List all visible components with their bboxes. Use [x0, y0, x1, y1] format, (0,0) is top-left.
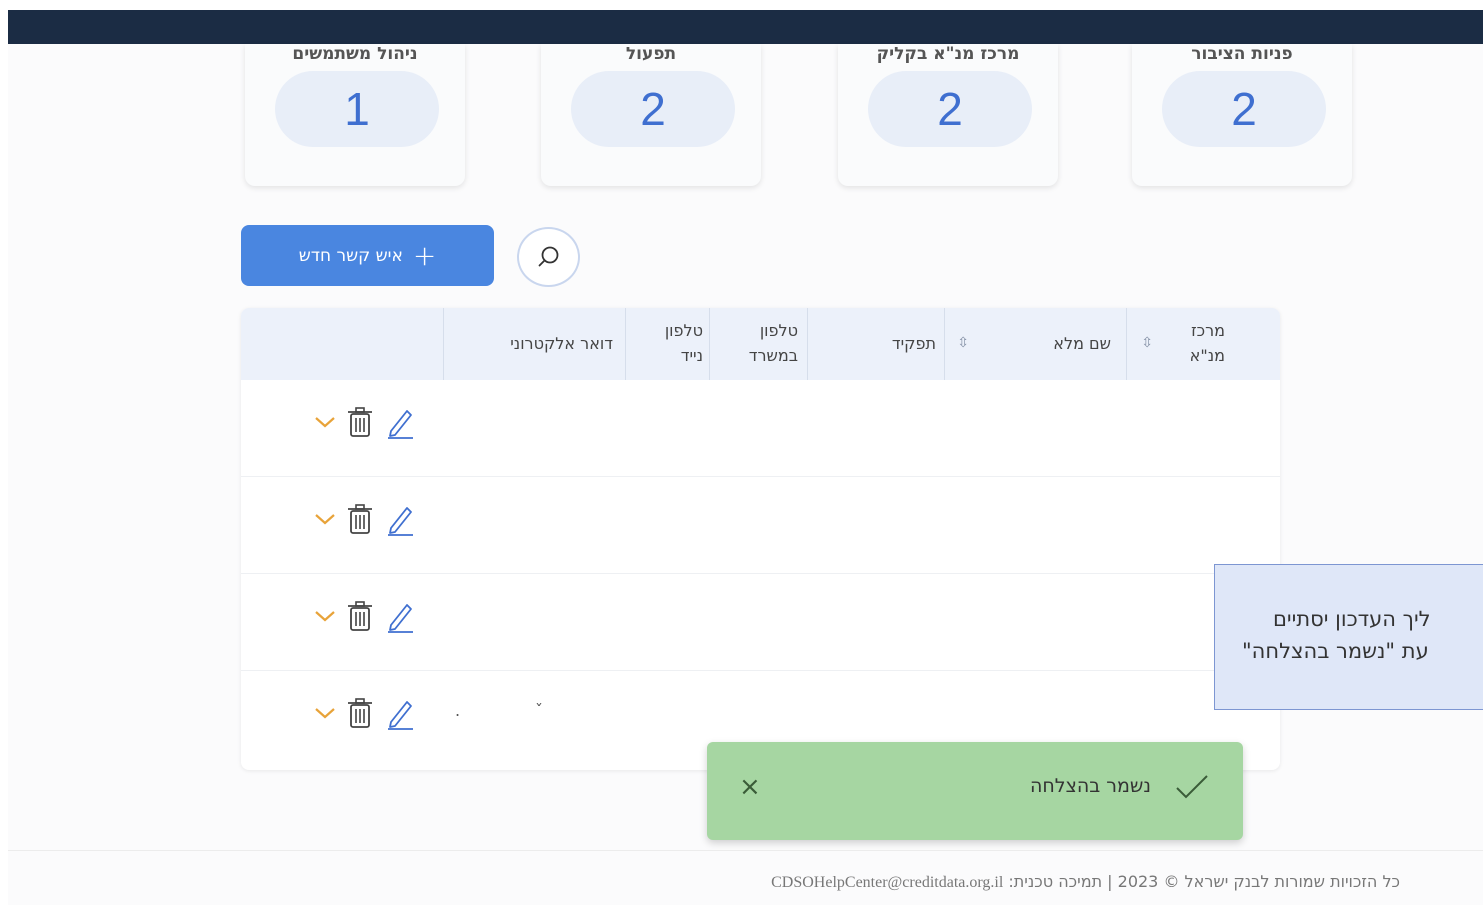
delete-button[interactable]	[343, 694, 377, 732]
footer: כל הזכויות שמורות לבנק ישראל © 2023 | תמ…	[520, 872, 1400, 898]
edit-button[interactable]	[383, 597, 417, 635]
search-icon	[538, 246, 558, 267]
add-contact-label: איש קשר חדש	[298, 245, 403, 266]
close-icon[interactable]: ×	[739, 774, 761, 800]
column-header-role[interactable]: תפקיד	[861, 308, 936, 380]
chevron-down-icon	[315, 611, 335, 622]
stat-card-user-management[interactable]: ניהול משתמשים 1	[245, 44, 465, 186]
table-row	[241, 477, 1280, 574]
support-email-link[interactable]: CDSOHelpCenter@creditdata.org.il	[771, 874, 1003, 891]
stat-card-title: מרכז מנ"א בקליק	[876, 44, 1020, 64]
column-divider	[1126, 308, 1127, 380]
stat-card-title: פניות הציבור	[1191, 44, 1293, 64]
screen-border-left	[0, 0, 8, 905]
cell-fragment: ˇ	[535, 701, 543, 720]
expand-row-button[interactable]	[313, 707, 337, 719]
chevron-down-icon	[315, 708, 335, 719]
expand-row-button[interactable]	[313, 513, 337, 525]
table-header: מרכז מנ"א ⇳ שם מלא ⇳ תפקיד טלפון במשרד ט…	[241, 308, 1280, 380]
sort-icon[interactable]: ⇳	[1139, 308, 1153, 380]
row-actions	[313, 402, 417, 442]
plus-icon: +	[412, 238, 437, 272]
checkmark-icon	[1176, 775, 1208, 799]
pencil-icon	[388, 701, 413, 730]
delete-button[interactable]	[343, 403, 377, 441]
stat-card-click-center[interactable]: מרכז מנ"א בקליק 2	[838, 44, 1058, 186]
column-header-center[interactable]: מרכז מנ"א	[1165, 308, 1225, 380]
row-actions	[313, 596, 417, 636]
trash-icon	[348, 601, 372, 631]
stat-card-public-inquiries[interactable]: פניות הציבור 2	[1132, 44, 1352, 186]
column-divider	[625, 308, 626, 380]
column-header-email[interactable]: דואר אלקטרוני	[463, 308, 613, 380]
chevron-down-icon	[315, 417, 335, 428]
instruction-tooltip: ליך העדכון יסתיים עת "נשמר בהצלחה"	[1214, 564, 1483, 710]
search-button[interactable]	[517, 227, 580, 287]
table-row	[241, 380, 1280, 477]
stat-card-title: תפעול	[625, 44, 677, 64]
stat-card-count: 1	[275, 71, 439, 147]
column-header-center-line2: מנ"א	[1189, 346, 1225, 365]
trash-icon	[348, 698, 372, 728]
success-toast: × נשמר בהצלחה	[707, 742, 1243, 840]
contacts-table: מרכז מנ"א ⇳ שם מלא ⇳ תפקיד טלפון במשרד ט…	[241, 308, 1280, 770]
column-header-office-phone[interactable]: טלפון במשרד	[713, 308, 798, 380]
edit-button[interactable]	[383, 694, 417, 732]
stat-card-count: 2	[868, 71, 1032, 147]
add-contact-button[interactable]: + איש קשר חדש	[241, 225, 494, 286]
footer-divider	[8, 850, 1483, 851]
stat-card-operations[interactable]: תפעול 2	[541, 44, 761, 186]
cell-fragment: .	[455, 701, 461, 720]
column-header-mobile-line1: טלפון	[664, 321, 703, 341]
table-row	[241, 574, 1280, 671]
edit-button[interactable]	[383, 403, 417, 441]
delete-button[interactable]	[343, 597, 377, 635]
tooltip-line2: עת "נשמר בהצלחה"	[1242, 639, 1429, 663]
screen-border-top	[0, 0, 1483, 10]
column-header-mobile[interactable]: טלפון נייד	[639, 308, 703, 380]
column-header-mobile-line2: נייד	[680, 346, 703, 365]
tooltip-line1: ליך העדכון יסתיים	[1273, 607, 1431, 631]
row-actions	[313, 693, 417, 733]
column-divider	[807, 308, 808, 380]
column-divider	[709, 308, 710, 380]
trash-icon	[348, 504, 372, 534]
stat-card-count: 2	[571, 71, 735, 147]
expand-row-button[interactable]	[313, 610, 337, 622]
column-header-full-name[interactable]: שם מלא	[1021, 308, 1111, 380]
column-divider	[944, 308, 945, 380]
toast-message: נשמר בהצלחה	[1029, 775, 1151, 797]
stat-card-title: ניהול משתמשים	[292, 44, 418, 64]
column-divider	[443, 308, 444, 380]
column-header-office-phone-line2: במשרד	[748, 346, 798, 365]
row-actions	[313, 499, 417, 539]
pencil-icon	[388, 604, 413, 633]
column-header-center-line1: מרכז	[1191, 321, 1225, 341]
footer-copyright: כל הזכויות שמורות לבנק ישראל © 2023 | תמ…	[1008, 872, 1400, 891]
top-navigation-bar	[8, 10, 1483, 44]
pencil-icon	[388, 410, 413, 439]
pencil-icon	[388, 507, 413, 536]
stat-card-count: 2	[1162, 71, 1326, 147]
column-header-office-phone-line1: טלפון	[759, 321, 798, 341]
chevron-down-icon	[315, 514, 335, 525]
expand-row-button[interactable]	[313, 416, 337, 428]
delete-button[interactable]	[343, 500, 377, 538]
edit-button[interactable]	[383, 500, 417, 538]
trash-icon	[348, 407, 372, 437]
sort-icon[interactable]: ⇳	[955, 308, 969, 380]
